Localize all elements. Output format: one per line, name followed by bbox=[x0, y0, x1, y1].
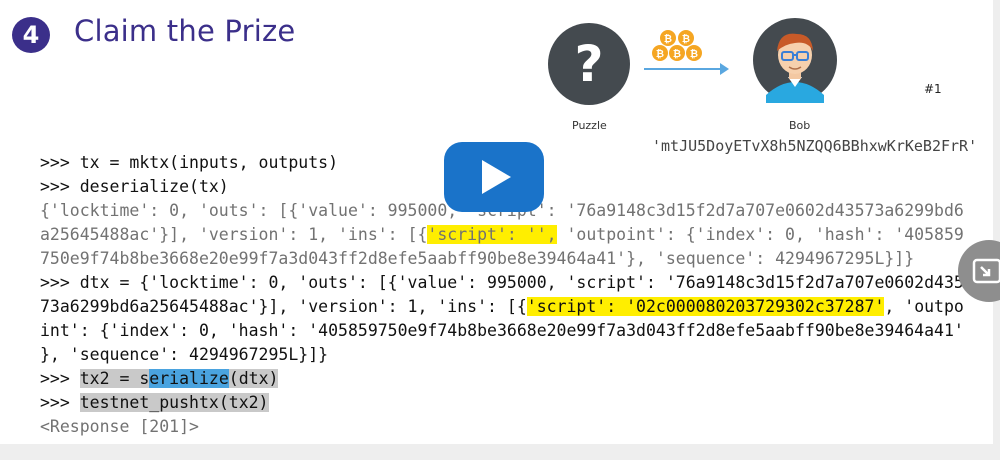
output-line: <Response [201]> bbox=[40, 417, 199, 436]
code-line: >>> dtx = {'locktime': 0, 'outs': [{'val… bbox=[40, 273, 964, 292]
bob-label: Bob bbox=[789, 119, 811, 132]
svg-text:₿: ₿ bbox=[656, 48, 664, 60]
output-line: 750e9f74b8be3668e20e99f7a3d043ff2d8efe5a… bbox=[40, 249, 915, 268]
code-line: >>> tx2 = serialize(dtx) bbox=[40, 369, 279, 388]
code-line: int': {'index': 0, 'hash': '405859750e9f… bbox=[40, 321, 964, 340]
bob-avatar-icon bbox=[752, 17, 838, 107]
step-number-badge: 4 bbox=[12, 17, 50, 53]
highlight-pushtx-call: testnet_pushtx(tx2) bbox=[79, 393, 269, 412]
puzzle-label: Puzzle bbox=[572, 119, 607, 132]
code-line: 73a6299bd6a25645488ac'}], 'version': 1, … bbox=[40, 297, 964, 316]
svg-text:₿: ₿ bbox=[690, 48, 698, 60]
play-button[interactable] bbox=[444, 142, 544, 212]
arrow-head bbox=[720, 63, 729, 75]
play-icon[interactable] bbox=[482, 160, 511, 194]
highlight-empty-script: 'script': '', bbox=[427, 225, 557, 244]
highlight-serialize-call: tx2 = serialize(dtx) bbox=[79, 369, 279, 388]
slide: 4 Claim the Prize ? Puzzle ₿ ₿ ₿ ₿ ₿ Bob… bbox=[0, 0, 993, 444]
svg-text:₿: ₿ bbox=[673, 48, 681, 60]
code-line: >>> testnet_pushtx(tx2) bbox=[40, 393, 269, 412]
svg-text:₿: ₿ bbox=[682, 33, 690, 45]
arrow-right-icon bbox=[644, 68, 722, 70]
bitcoin-coins-icon: ₿ ₿ ₿ ₿ ₿ bbox=[644, 28, 716, 68]
highlight-solution-script: 'script': '02c000080203729302c37287' bbox=[526, 297, 885, 316]
code-line: }, 'sequence': 4294967295L}]} bbox=[40, 345, 329, 364]
slide-title: Claim the Prize bbox=[74, 14, 296, 48]
selected-text: erialize bbox=[149, 369, 229, 388]
picture-in-picture-icon[interactable] bbox=[972, 258, 1000, 284]
slide-number: #1 bbox=[924, 82, 942, 96]
output-line: a25645488ac'}], 'version': 1, 'ins': [{'… bbox=[40, 225, 964, 244]
puzzle-icon: ? bbox=[548, 23, 630, 105]
svg-text:₿: ₿ bbox=[664, 33, 672, 45]
